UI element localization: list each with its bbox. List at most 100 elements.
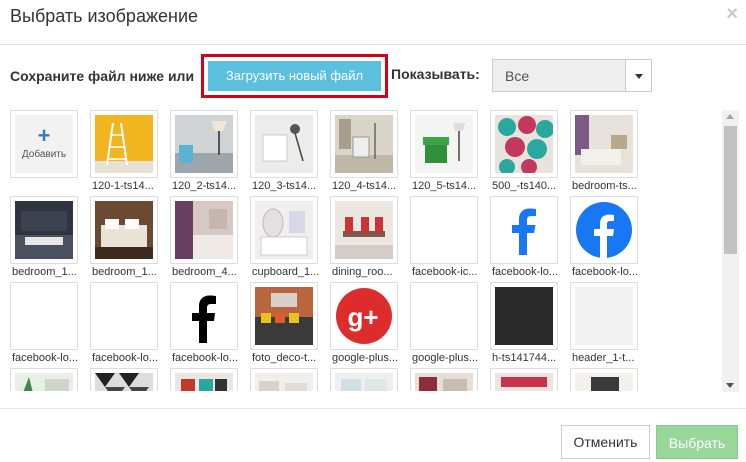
image-thumbnail [575, 287, 633, 345]
gallery-item[interactable] [410, 110, 478, 178]
gallery-item-caption: header_1-t... [572, 352, 635, 364]
scrollbar-thumb[interactable] [724, 126, 737, 254]
gallery-item[interactable] [90, 110, 158, 178]
gallery-item[interactable] [490, 196, 558, 264]
image-thumbnail [575, 115, 633, 173]
scroll-up-arrow-icon[interactable] [726, 114, 734, 119]
gallery-scrollbar[interactable] [722, 110, 739, 392]
gallery-item[interactable] [570, 368, 638, 391]
gallery-item-caption: 120_4-ts14... [332, 180, 397, 192]
gallery-item-caption: facebook-lo... [92, 352, 159, 364]
gallery-item-caption: facebook-lo... [172, 352, 239, 364]
image-thumbnail [95, 201, 153, 259]
gallery-item[interactable] [570, 282, 638, 350]
upload-highlight-frame: Загрузить новый файл [201, 54, 388, 98]
gallery-item-caption: bedroom-ts... [572, 180, 637, 192]
image-thumbnail [335, 373, 393, 391]
add-image-tile[interactable]: + Добавить [10, 110, 78, 178]
svg-text:g+: g+ [347, 302, 378, 332]
gallery-item[interactable] [570, 110, 638, 178]
google-plus-logo-icon: g+ [335, 287, 393, 345]
image-thumbnail [255, 373, 313, 391]
image-thumbnail [415, 201, 473, 259]
gallery-item[interactable] [170, 368, 238, 391]
gallery-item-caption: cupboard_1... [252, 266, 320, 278]
gallery-item[interactable] [330, 368, 398, 391]
plus-icon: + [37, 123, 51, 148]
image-thumbnail [415, 115, 473, 173]
gallery-item-caption: 120_2-ts14... [172, 180, 237, 192]
gallery-item[interactable] [10, 196, 78, 264]
gallery-item-caption: facebook-lo... [492, 266, 559, 278]
gallery-item-caption: 120-1-ts14... [92, 180, 154, 192]
save-hint-label: Сохраните файл ниже или [10, 68, 195, 84]
gallery-item[interactable] [90, 282, 158, 350]
filter-select-value: Все [505, 68, 530, 84]
image-thumbnail [415, 373, 473, 391]
image-thumbnail [15, 201, 73, 259]
image-thumbnail [15, 373, 73, 391]
gallery-item[interactable] [250, 282, 318, 350]
image-thumbnail [335, 201, 393, 259]
gallery-item[interactable] [490, 110, 558, 178]
select-button[interactable]: Выбрать [656, 425, 738, 459]
gallery-item-caption: bedroom_1... [92, 266, 157, 278]
gallery-item[interactable]: g+ [330, 282, 398, 350]
image-gallery: + Добавить 120-1-ts14... 120_2-ts14... 1… [0, 108, 722, 391]
cancel-button[interactable]: Отменить [561, 425, 650, 459]
image-thumbnail [495, 373, 553, 391]
gallery-item-caption: bedroom_1... [12, 266, 77, 278]
dialog-header: Выбрать изображение × [0, 0, 746, 45]
gallery-item[interactable] [250, 368, 318, 391]
gallery-item[interactable] [90, 196, 158, 264]
gallery-item[interactable] [410, 368, 478, 391]
close-icon[interactable]: × [726, 4, 738, 24]
gallery-item[interactable] [170, 282, 238, 350]
gallery-item-caption: 500_-ts140... [492, 180, 557, 192]
upload-new-file-button[interactable]: Загрузить новый файл [208, 61, 381, 91]
gallery-item-caption: foto_deco-t... [252, 352, 317, 364]
gallery-item[interactable] [330, 196, 398, 264]
facebook-logo-icon [495, 201, 553, 259]
image-thumbnail [95, 287, 153, 345]
image-thumbnail [95, 115, 153, 173]
gallery-item-caption: bedroom_4... [172, 266, 237, 278]
image-thumbnail [495, 287, 553, 345]
gallery-item[interactable] [250, 196, 318, 264]
gallery-item[interactable] [490, 368, 558, 391]
image-thumbnail [175, 115, 233, 173]
image-thumbnail [175, 373, 233, 391]
gallery-item[interactable] [330, 110, 398, 178]
gallery-item[interactable] [570, 196, 638, 264]
show-filter-label: Показывать: [391, 66, 480, 82]
gallery-item[interactable] [170, 196, 238, 264]
image-thumbnail [175, 201, 233, 259]
dialog-title: Выбрать изображение [10, 6, 199, 26]
gallery-item[interactable] [10, 282, 78, 350]
image-thumbnail [95, 373, 153, 391]
gallery-item-caption: google-plus... [412, 352, 479, 364]
image-thumbnail [255, 115, 313, 173]
image-thumbnail [15, 287, 73, 345]
image-thumbnail [255, 287, 313, 345]
gallery-item-caption: dining_roo... [332, 266, 393, 278]
facebook-letter-icon [175, 287, 233, 345]
gallery-item[interactable] [250, 110, 318, 178]
image-thumbnail [335, 115, 393, 173]
image-thumbnail [255, 201, 313, 259]
facebook-circle-logo-icon [575, 201, 633, 259]
filter-select[interactable]: Все [492, 59, 652, 92]
gallery-item[interactable] [410, 196, 478, 264]
gallery-item[interactable] [170, 110, 238, 178]
gallery-item-caption: 120_5-ts14... [412, 180, 477, 192]
gallery-item-caption: facebook-lo... [572, 266, 639, 278]
scroll-down-arrow-icon[interactable] [726, 383, 734, 388]
gallery-item-caption: 120_3-ts14... [252, 180, 317, 192]
gallery-item[interactable] [10, 368, 78, 391]
gallery-item[interactable] [490, 282, 558, 350]
gallery-item-caption: google-plus... [332, 352, 399, 364]
dialog-footer: Отменить Выбрать [0, 408, 746, 462]
gallery-item[interactable] [410, 282, 478, 350]
chevron-down-icon[interactable] [625, 60, 651, 91]
gallery-item[interactable] [90, 368, 158, 391]
